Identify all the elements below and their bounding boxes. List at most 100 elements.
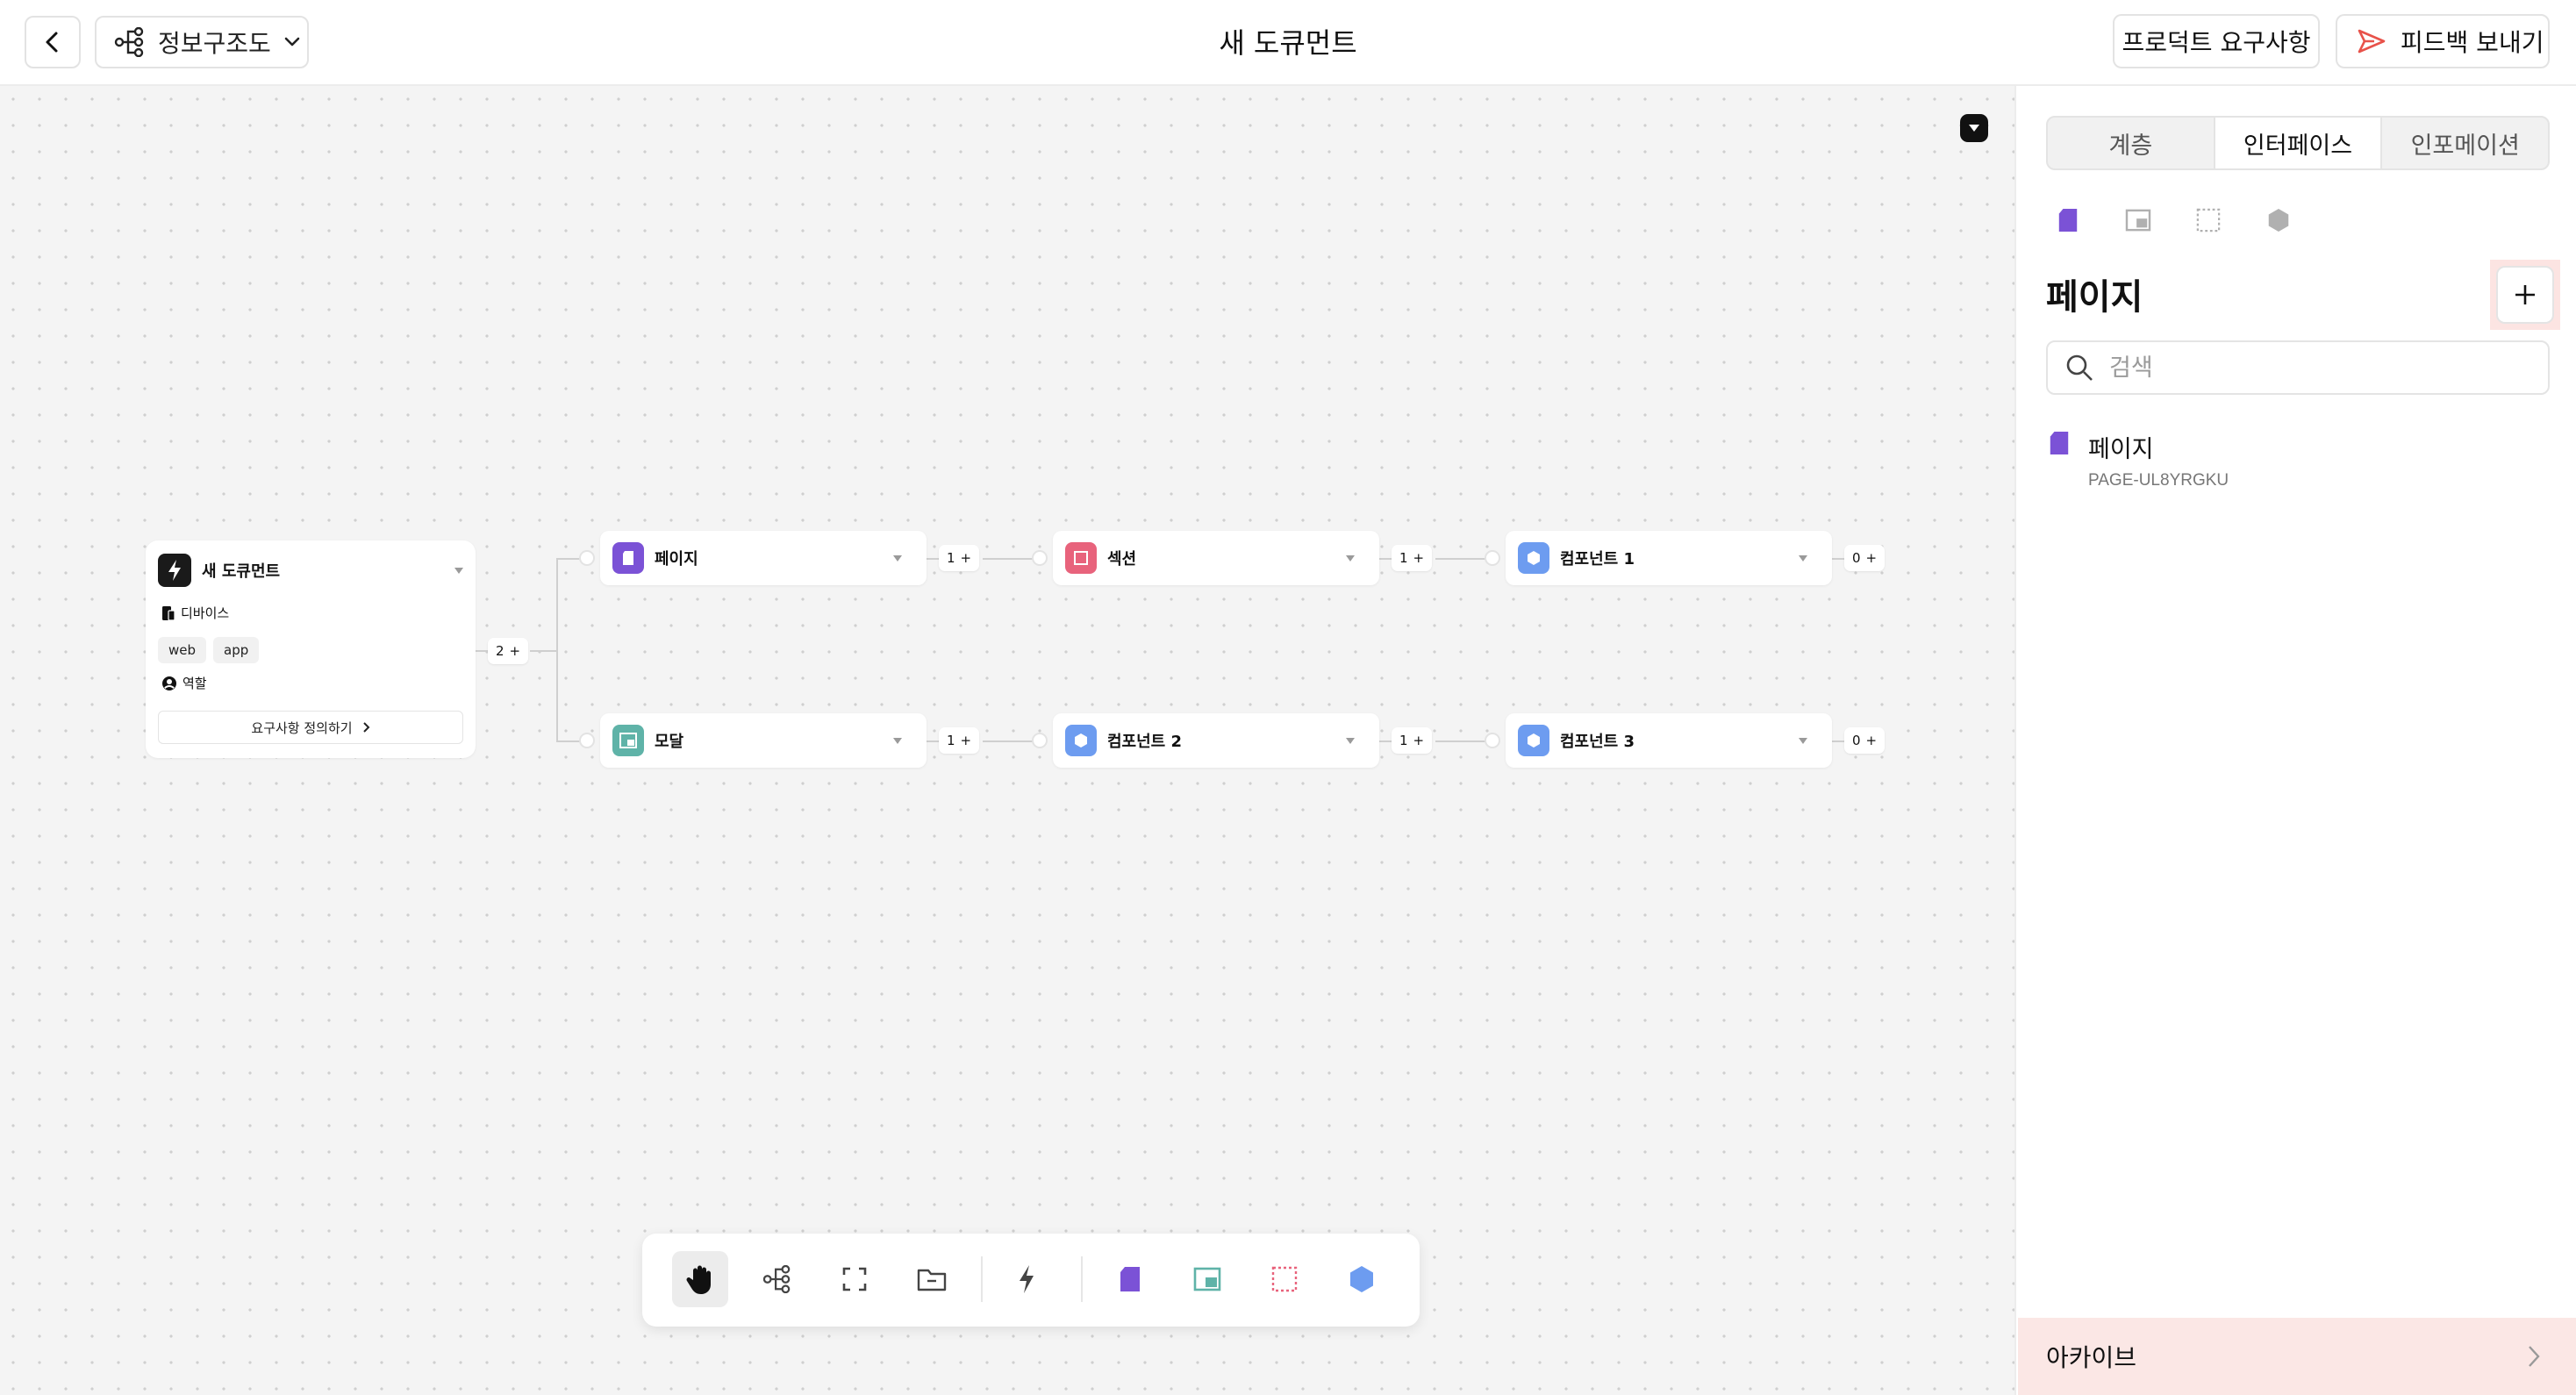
bolt-tool-button[interactable] (998, 1251, 1055, 1307)
send-feedback-button[interactable]: 피드백 보내기 (2336, 14, 2550, 68)
caret-down-icon[interactable] (893, 737, 902, 744)
connector (556, 558, 558, 742)
frame-icon (842, 1267, 867, 1291)
root-add-child-button[interactable]: 2 + (488, 638, 528, 664)
root-document-card[interactable]: 새 도큐먼트 디바이스 web app 역할 요구사항 정의하기 (146, 540, 476, 758)
role-label: 역할 (182, 676, 207, 691)
collapse-toggle-button[interactable] (1960, 114, 1988, 142)
section-icon (1065, 542, 1097, 574)
node-port[interactable] (1032, 733, 1048, 748)
bottom-toolbar (642, 1234, 1420, 1327)
component-icon (2268, 209, 2289, 232)
page-filter-button[interactable] (2053, 205, 2083, 235)
caret-down-icon (1969, 125, 1979, 132)
product-requirements-button[interactable]: 프로덕트 요구사항 (2113, 14, 2320, 68)
plus-icon: + (960, 733, 972, 748)
add-child-button[interactable]: 1 + (939, 727, 979, 754)
connector (1379, 558, 1392, 560)
add-child-button[interactable]: 1 + (939, 545, 979, 571)
node-page[interactable]: 페이지 (600, 531, 927, 585)
tab-interface[interactable]: 인터페이스 (2213, 118, 2383, 168)
child-count: 2 (495, 643, 504, 659)
device-icon (162, 605, 175, 621)
bolt-icon (158, 554, 191, 587)
node-label: 컴포넌트 3 (1560, 733, 1635, 751)
child-count: 1 (946, 733, 955, 748)
add-child-button[interactable]: 1 + (1392, 545, 1432, 571)
component-filter-button[interactable] (2264, 205, 2293, 235)
node-port[interactable] (1485, 550, 1500, 566)
section-filter-button[interactable] (2193, 205, 2223, 235)
plus-icon: + (960, 550, 972, 566)
frame-tool-button[interactable] (826, 1251, 883, 1307)
caret-down-icon[interactable] (1799, 554, 1807, 562)
component-icon (1350, 1266, 1373, 1292)
plus-icon: + (509, 643, 521, 659)
modal-tool-button[interactable] (1179, 1251, 1235, 1307)
tree-icon (762, 1265, 791, 1293)
plus-icon: + (1413, 550, 1425, 566)
tab-information[interactable]: 인포메이션 (2382, 118, 2548, 168)
diagram-canvas[interactable]: 새 도큐먼트 디바이스 web app 역할 요구사항 정의하기 2 + 페이지 (0, 86, 2014, 1395)
node-section[interactable]: 섹션 (1053, 531, 1379, 585)
add-child-button[interactable]: 0 + (1844, 727, 1885, 754)
add-page-button[interactable] (2496, 266, 2554, 324)
caret-down-icon[interactable] (893, 554, 902, 562)
node-component-1[interactable]: 컴포넌트 1 (1506, 531, 1832, 585)
caret-down-icon[interactable] (1346, 554, 1355, 562)
component-icon (1518, 725, 1549, 756)
list-item-title: 페이지 (2088, 436, 2154, 463)
node-component-3[interactable]: 컴포넌트 3 (1506, 713, 1832, 768)
node-component-2[interactable]: 컴포넌트 2 (1053, 713, 1379, 768)
caret-down-icon[interactable] (1799, 737, 1807, 744)
folder-tool-button[interactable] (904, 1251, 960, 1307)
caret-down-icon[interactable] (454, 567, 463, 574)
add-child-button[interactable]: 0 + (1844, 545, 1885, 571)
device-label: 디바이스 (181, 605, 230, 621)
top-header: 정보구조도 새 도큐먼트 프로덕트 요구사항 피드백 보내기 (0, 0, 2576, 86)
define-requirements-button[interactable]: 요구사항 정의하기 (158, 711, 463, 744)
node-label: 모달 (655, 733, 684, 751)
node-label: 섹션 (1107, 550, 1137, 569)
chevron-right-icon (362, 722, 369, 733)
node-port[interactable] (579, 550, 595, 566)
search-field[interactable] (2046, 340, 2550, 395)
add-child-button[interactable]: 1 + (1392, 727, 1432, 754)
child-count: 1 (1399, 550, 1408, 566)
page-icon (1120, 1267, 1140, 1291)
node-port[interactable] (579, 733, 595, 748)
hand-tool-button[interactable] (672, 1251, 728, 1307)
connector (927, 740, 939, 742)
connector (983, 558, 1034, 560)
define-requirements-label: 요구사항 정의하기 (251, 719, 353, 736)
modal-filter-button[interactable] (2123, 205, 2153, 235)
document-title[interactable]: 새 도큐먼트 (1219, 21, 1356, 61)
node-port[interactable] (1485, 733, 1500, 748)
caret-down-icon[interactable] (1346, 737, 1355, 744)
archive-row[interactable]: 아카이브 (2018, 1318, 2576, 1395)
search-input[interactable] (2109, 354, 2530, 382)
connector (1832, 558, 1844, 560)
child-count: 1 (1399, 733, 1408, 748)
type-filter-icons (2053, 205, 2293, 235)
modal-icon (612, 725, 644, 756)
plus-icon: + (1865, 733, 1878, 748)
section-tool-button[interactable] (1256, 1251, 1313, 1307)
node-port[interactable] (1032, 550, 1048, 566)
plus-icon: + (1413, 733, 1425, 748)
tree-tool-button[interactable] (749, 1251, 805, 1307)
user-icon (162, 676, 176, 690)
toolbar-divider (981, 1256, 983, 1302)
plus-icon (2515, 285, 2535, 304)
list-item[interactable]: 페이지 PAGE-UL8YRGKU (2048, 430, 2229, 490)
device-chip-app[interactable]: app (213, 637, 260, 663)
node-modal[interactable]: 모달 (600, 713, 927, 768)
device-chip-web[interactable]: web (158, 637, 207, 663)
page-tool-button[interactable] (1102, 1251, 1158, 1307)
connector (1435, 740, 1486, 742)
component-icon (1065, 725, 1097, 756)
tab-hierarchy[interactable]: 계층 (2048, 118, 2214, 168)
child-count: 0 (1851, 733, 1861, 748)
modal-icon (1193, 1267, 1221, 1291)
component-tool-button[interactable] (1334, 1251, 1390, 1307)
